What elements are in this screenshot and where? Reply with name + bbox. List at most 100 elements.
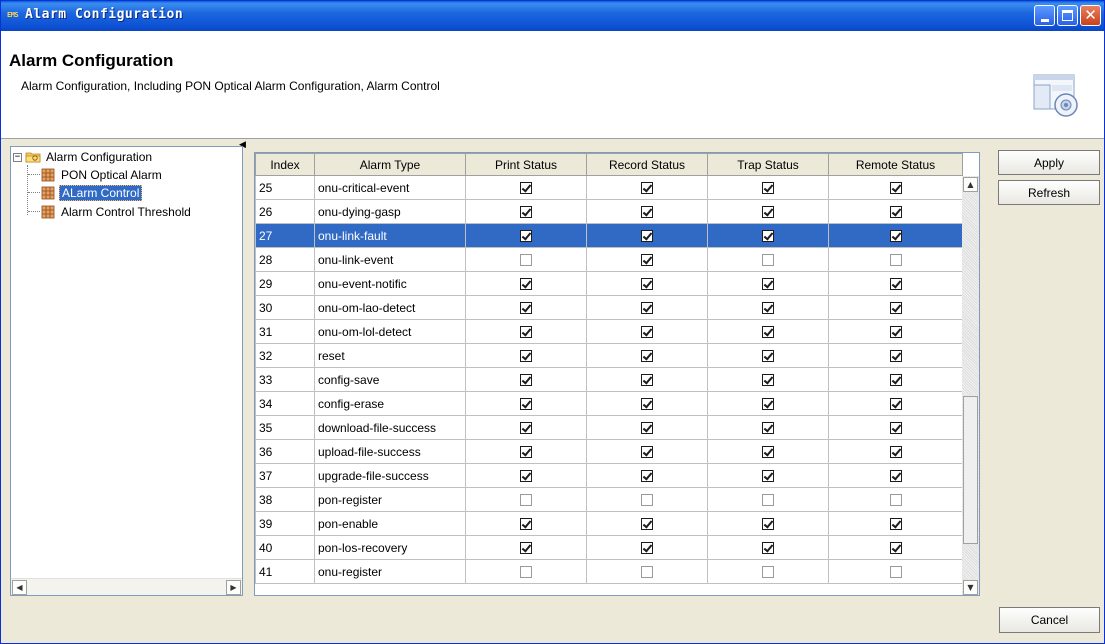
table-row[interactable]: 27 onu-link-fault bbox=[255, 223, 963, 248]
print-status-checkbox[interactable] bbox=[520, 182, 532, 195]
remote-status-checkbox[interactable] bbox=[889, 398, 902, 411]
column-header[interactable]: Trap Status bbox=[707, 153, 829, 176]
print-status-checkbox[interactable] bbox=[520, 398, 532, 411]
table-row[interactable]: 32 reset bbox=[255, 343, 963, 368]
close-button[interactable]: ✕ bbox=[1080, 5, 1101, 26]
print-status-checkbox[interactable] bbox=[520, 542, 532, 555]
scrollbar-thumb[interactable] bbox=[963, 396, 978, 544]
table-row[interactable]: 28 onu-link-event bbox=[255, 247, 963, 272]
record-status-checkbox[interactable] bbox=[641, 518, 653, 531]
scroll-right-arrow-icon[interactable]: ▶ bbox=[226, 580, 241, 595]
remote-status-checkbox[interactable] bbox=[889, 422, 902, 435]
remote-status-checkbox[interactable] bbox=[889, 254, 902, 267]
table-row[interactable]: 26 onu-dying-gasp bbox=[255, 199, 963, 224]
trap-status-checkbox[interactable] bbox=[762, 350, 774, 363]
record-status-checkbox[interactable] bbox=[641, 374, 653, 387]
column-header[interactable]: Print Status bbox=[465, 153, 587, 176]
trap-status-checkbox[interactable] bbox=[762, 470, 774, 483]
record-status-checkbox[interactable] bbox=[641, 446, 653, 459]
trap-status-checkbox[interactable] bbox=[762, 326, 774, 339]
record-status-checkbox[interactable] bbox=[641, 326, 653, 339]
scroll-left-arrow-icon[interactable]: ◀ bbox=[12, 580, 27, 595]
print-status-checkbox[interactable] bbox=[520, 494, 532, 507]
table-row[interactable]: 25 onu-critical-event bbox=[255, 175, 963, 200]
record-status-checkbox[interactable] bbox=[641, 566, 653, 579]
trap-status-checkbox[interactable] bbox=[762, 494, 774, 507]
print-status-checkbox[interactable] bbox=[520, 350, 532, 363]
remote-status-checkbox[interactable] bbox=[889, 374, 902, 387]
print-status-checkbox[interactable] bbox=[520, 302, 532, 315]
tree-item-alarm-control-threshold[interactable]: Alarm Control Threshold bbox=[41, 203, 193, 221]
remote-status-checkbox[interactable] bbox=[889, 230, 902, 243]
record-status-checkbox[interactable] bbox=[641, 542, 653, 555]
trap-status-checkbox[interactable] bbox=[762, 254, 774, 267]
print-status-checkbox[interactable] bbox=[520, 518, 532, 531]
record-status-checkbox[interactable] bbox=[641, 230, 653, 243]
print-status-checkbox[interactable] bbox=[520, 230, 532, 243]
table-row[interactable]: 30 onu-om-lao-detect bbox=[255, 295, 963, 320]
trap-status-checkbox[interactable] bbox=[762, 542, 774, 555]
table-row[interactable]: 35 download-file-success bbox=[255, 415, 963, 440]
refresh-button[interactable]: Refresh bbox=[998, 180, 1100, 205]
record-status-checkbox[interactable] bbox=[641, 350, 653, 363]
remote-status-checkbox[interactable] bbox=[889, 326, 902, 339]
trap-status-checkbox[interactable] bbox=[762, 302, 774, 315]
print-status-checkbox[interactable] bbox=[520, 278, 532, 291]
remote-status-checkbox[interactable] bbox=[889, 542, 902, 555]
column-header[interactable]: Record Status bbox=[586, 153, 708, 176]
record-status-checkbox[interactable] bbox=[641, 302, 653, 315]
print-status-checkbox[interactable] bbox=[520, 254, 532, 267]
remote-status-checkbox[interactable] bbox=[889, 446, 902, 459]
trap-status-checkbox[interactable] bbox=[762, 278, 774, 291]
table-row[interactable]: 37 upgrade-file-success bbox=[255, 463, 963, 488]
apply-button[interactable]: Apply bbox=[998, 150, 1100, 175]
table-row[interactable]: 39 pon-enable bbox=[255, 511, 963, 536]
print-status-checkbox[interactable] bbox=[520, 206, 532, 219]
print-status-checkbox[interactable] bbox=[520, 446, 532, 459]
trap-status-checkbox[interactable] bbox=[762, 398, 774, 411]
trap-status-checkbox[interactable] bbox=[762, 182, 774, 195]
print-status-checkbox[interactable] bbox=[520, 422, 532, 435]
maximize-button[interactable] bbox=[1057, 5, 1078, 26]
remote-status-checkbox[interactable] bbox=[889, 518, 902, 531]
remote-status-checkbox[interactable] bbox=[889, 278, 902, 291]
title-bar[interactable]: EMS Alarm Configuration ✕ bbox=[1, 1, 1104, 31]
record-status-checkbox[interactable] bbox=[641, 470, 653, 483]
table-row[interactable]: 40 pon-los-recovery bbox=[255, 535, 963, 560]
print-status-checkbox[interactable] bbox=[520, 326, 532, 339]
table-row[interactable]: 41 onu-register bbox=[255, 559, 963, 584]
remote-status-checkbox[interactable] bbox=[889, 566, 902, 579]
record-status-checkbox[interactable] bbox=[641, 182, 653, 195]
scroll-up-arrow-icon[interactable]: ▲ bbox=[963, 177, 978, 192]
print-status-checkbox[interactable] bbox=[520, 566, 532, 579]
remote-status-checkbox[interactable] bbox=[889, 494, 902, 507]
record-status-checkbox[interactable] bbox=[641, 422, 653, 435]
column-header[interactable]: Remote Status bbox=[828, 153, 963, 176]
record-status-checkbox[interactable] bbox=[641, 206, 653, 219]
scroll-down-arrow-icon[interactable]: ▼ bbox=[963, 580, 978, 595]
collapse-icon[interactable]: − bbox=[13, 152, 22, 162]
trap-status-checkbox[interactable] bbox=[762, 446, 774, 459]
cancel-button[interactable]: Cancel bbox=[999, 607, 1100, 633]
record-status-checkbox[interactable] bbox=[641, 254, 653, 267]
remote-status-checkbox[interactable] bbox=[889, 182, 902, 195]
column-header[interactable]: Index bbox=[255, 153, 315, 176]
trap-status-checkbox[interactable] bbox=[762, 518, 774, 531]
tree-root[interactable]: − Alarm Configuration bbox=[13, 148, 154, 166]
trap-status-checkbox[interactable] bbox=[762, 230, 774, 243]
minimize-button[interactable] bbox=[1034, 5, 1055, 26]
table-row[interactable]: 34 config-erase bbox=[255, 391, 963, 416]
table-row[interactable]: 38 pon-register bbox=[255, 487, 963, 512]
record-status-checkbox[interactable] bbox=[641, 278, 653, 291]
remote-status-checkbox[interactable] bbox=[889, 470, 902, 483]
trap-status-checkbox[interactable] bbox=[762, 566, 774, 579]
table-row[interactable]: 36 upload-file-success bbox=[255, 439, 963, 464]
remote-status-checkbox[interactable] bbox=[889, 350, 902, 363]
table-row[interactable]: 31 onu-om-lol-detect bbox=[255, 319, 963, 344]
column-header[interactable]: Alarm Type bbox=[314, 153, 466, 176]
record-status-checkbox[interactable] bbox=[641, 398, 653, 411]
table-vertical-scrollbar[interactable]: ▲ ▼ bbox=[962, 176, 979, 595]
tree-horizontal-scrollbar[interactable]: ◀ ▶ bbox=[11, 578, 242, 595]
print-status-checkbox[interactable] bbox=[520, 470, 532, 483]
print-status-checkbox[interactable] bbox=[520, 374, 532, 387]
